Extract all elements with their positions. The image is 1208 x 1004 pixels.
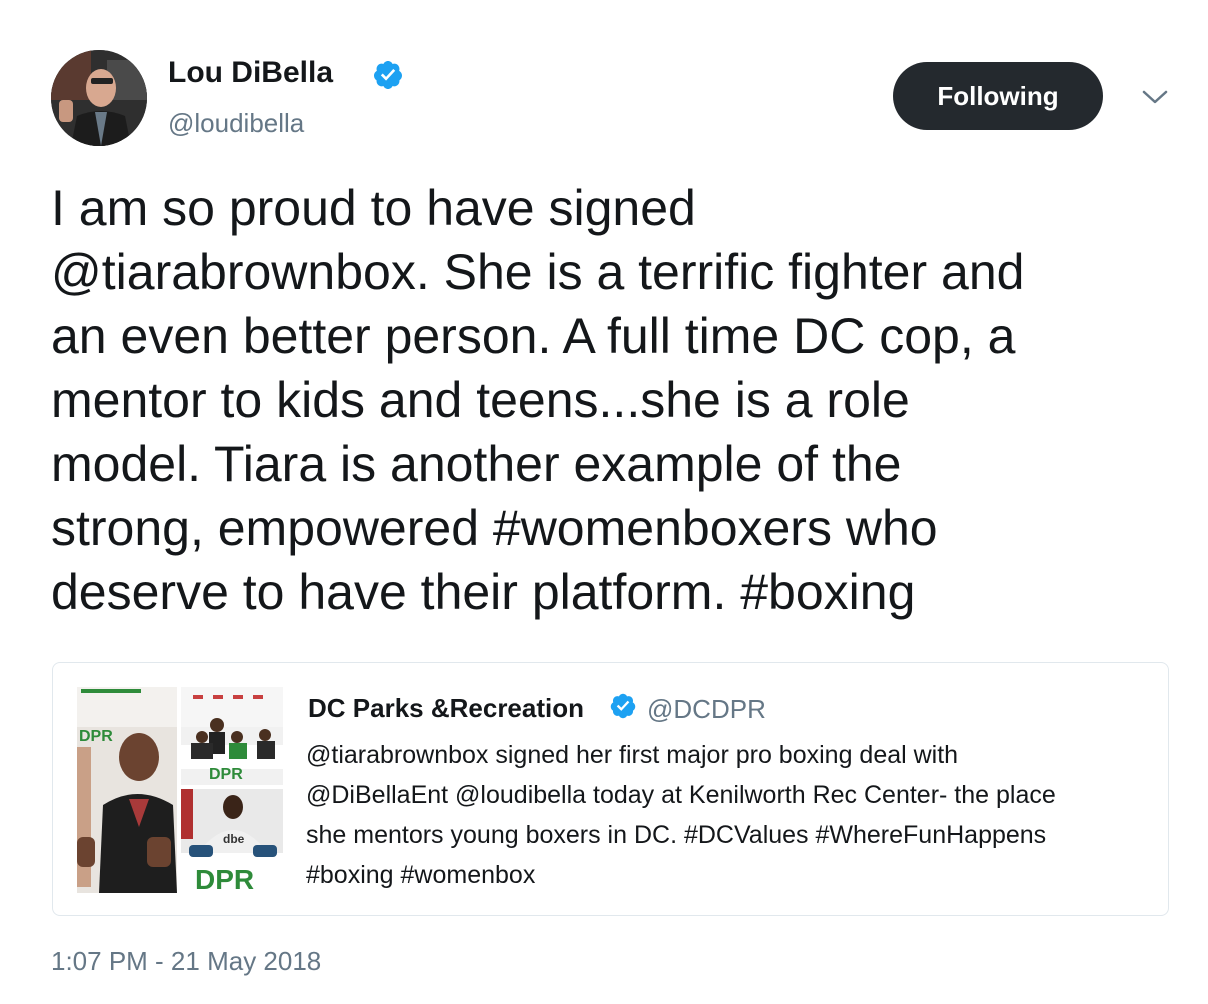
tweet-timestamp[interactable]: 1:07 PM - 21 May 2018 xyxy=(51,946,321,977)
quoted-tweet-media[interactable]: DPR DPR dbe DPR xyxy=(77,687,283,893)
tweet-text: I am so proud to have signed @tiarabrown… xyxy=(51,176,1161,624)
author-name[interactable]: Lou DiBella xyxy=(168,56,333,90)
dpr-logo-text: DPR xyxy=(195,864,254,893)
quoted-tweet-text-line: she mentors young boxers in DC. #DCValue… xyxy=(306,821,1047,849)
shirt-text: dbe xyxy=(223,832,245,846)
dpr-logo-text: DPR xyxy=(209,766,243,783)
following-button[interactable]: Following xyxy=(893,62,1103,130)
quoted-tweet-text: @tiarabrownbox signed her first major pr… xyxy=(306,735,1156,895)
author-avatar[interactable] xyxy=(51,50,147,146)
verified-badge-icon xyxy=(610,693,636,719)
quoted-author-handle[interactable]: @DCDPR xyxy=(647,694,766,725)
tweet-text-line: I am so proud to have signed xyxy=(51,180,696,236)
tweet-text-line: deserve to have their platform. #boxing xyxy=(51,564,916,620)
tweet-text-line: @tiarabrownbox. She is a terrific fighte… xyxy=(51,244,1025,300)
author-handle[interactable]: @loudibella xyxy=(168,108,304,139)
tweet-text-line: mentor to kids and teens...she is a role xyxy=(51,372,910,428)
quoted-tweet-text-line: #boxing #womenbox xyxy=(306,861,536,889)
quoted-tweet-text-line: @DiBellaEnt @loudibella today at Kenilwo… xyxy=(306,781,1056,809)
tweet-text-line: an even better person. A full time DC co… xyxy=(51,308,1016,364)
verified-badge-icon xyxy=(373,61,402,89)
tweet-text-line: model. Tiara is another example of the xyxy=(51,436,902,492)
tweet-text-line: strong, empowered #womenboxers who xyxy=(51,500,938,556)
quoted-tweet-text-line: @tiarabrownbox signed her first major pr… xyxy=(306,741,959,769)
chevron-down-icon[interactable] xyxy=(1140,86,1170,108)
dpr-logo-text: DPR xyxy=(79,728,113,745)
quoted-author-name[interactable]: DC Parks &Recreation xyxy=(308,693,584,724)
quoted-tweet-card[interactable]: DPR DPR dbe DPR DC Parks &Recreation @DC… xyxy=(52,662,1169,916)
